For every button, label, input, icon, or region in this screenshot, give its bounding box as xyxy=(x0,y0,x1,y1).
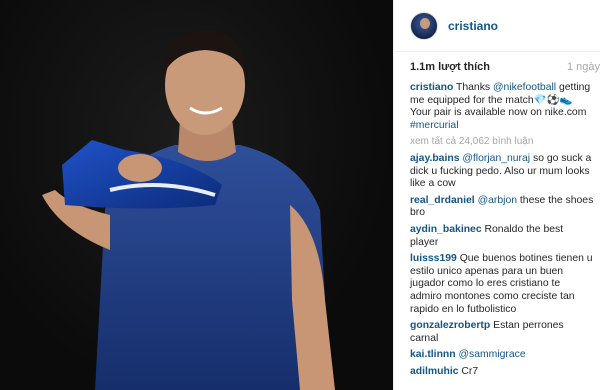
post-photo[interactable] xyxy=(0,0,393,390)
list-item: ajay.bains @florjan_nuraj so go suck a d… xyxy=(410,153,594,191)
comment-username[interactable]: ajay.bains xyxy=(410,153,459,164)
comment-username[interactable]: luisss199 xyxy=(410,253,457,264)
caption-username[interactable]: cristiano xyxy=(410,82,453,93)
comment-list: cristiano Thanks @nikefootball getting m… xyxy=(394,82,600,378)
comment-username[interactable]: aydin_bakinec xyxy=(410,224,482,235)
list-item: adilmuhic Cr7 xyxy=(410,366,594,379)
post-side-panel: cristiano 1.1m lượt thích 1 ngày cristia… xyxy=(393,0,600,390)
list-item: gonzalezrobertp Estan perrones carnal xyxy=(410,320,594,345)
comment-mention[interactable]: @arbjon xyxy=(478,195,517,206)
comment-mention[interactable]: @florjan_nuraj xyxy=(462,153,530,164)
post-header: cristiano xyxy=(394,0,600,52)
comment-text: Cr7 xyxy=(461,365,479,377)
likes-count[interactable]: 1.1m lượt thích xyxy=(410,61,490,73)
comment-username[interactable]: real_drdaniel xyxy=(410,195,475,206)
comment-username[interactable]: adilmuhic xyxy=(410,366,459,377)
list-item: aydin_bakinec Ronaldo the best player xyxy=(410,224,594,249)
caption-hashtag[interactable]: #mercurial xyxy=(410,120,459,131)
caption: cristiano Thanks @nikefootball getting m… xyxy=(410,82,594,132)
list-item: real_drdaniel @arbjon these the shoes br… xyxy=(410,195,594,220)
caption-mention[interactable]: @nikefootball xyxy=(493,82,556,93)
view-all-comments-link[interactable]: xem tất cả 24,062 bình luận xyxy=(410,136,594,149)
post-time: 1 ngày xyxy=(566,61,600,73)
caption-pre: Thanks xyxy=(456,82,493,93)
header-username[interactable]: cristiano xyxy=(448,19,498,33)
comment-username[interactable]: gonzalezrobertp xyxy=(410,320,490,331)
comment-mention[interactable]: @sammigrace xyxy=(459,349,526,360)
list-item: luisss199 Que buenos botines tienen u es… xyxy=(410,253,594,316)
post-meta: 1.1m lượt thích 1 ngày xyxy=(394,52,600,82)
photo-illustration xyxy=(42,30,335,390)
list-item: kai.tlinnn @sammigrace xyxy=(410,349,594,362)
comment-username[interactable]: kai.tlinnn xyxy=(410,349,456,360)
avatar[interactable] xyxy=(410,11,438,40)
